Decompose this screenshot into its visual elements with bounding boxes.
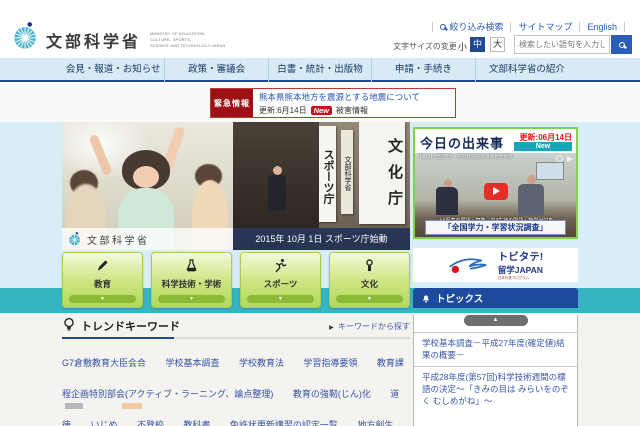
pencil-icon	[98, 260, 108, 271]
brand-name[interactable]: 文部科学省	[46, 28, 141, 52]
trend-keyword-link[interactable]: 不登校	[137, 420, 164, 426]
topic-item: 学校基本調査－平成27年度(確定値)結果の概要－	[414, 332, 577, 366]
divider	[579, 21, 581, 32]
nav-item-policy[interactable]: 政策・審議会	[164, 58, 267, 82]
sign-mext: 文部科学省	[341, 130, 353, 214]
keyword-list: G7倉敷教育大臣会合 学校基本調査 学校教育法 学習指導要領 教育課程企画特別部…	[62, 346, 410, 426]
scroll-up-button[interactable]: ▲	[463, 315, 528, 326]
topic-link[interactable]: 学校基本調査－平成27年度(確定値)結果の概要－	[422, 337, 569, 362]
sign-culture-agency: 文化庁	[359, 122, 405, 224]
chevron-down-icon[interactable]: ▼	[336, 295, 403, 303]
divider	[624, 21, 625, 32]
chevron-down-icon[interactable]: ▼	[69, 295, 136, 303]
browse-by-keyword-link[interactable]: キーワードから探す	[338, 322, 410, 331]
divider	[510, 21, 512, 32]
category-science-button[interactable]: 科学技術・学術 ▼	[151, 252, 232, 308]
emergency-label: 緊急情報	[211, 89, 253, 117]
category-culture-button[interactable]: 文化 ▼	[329, 252, 410, 308]
chevron-down-icon[interactable]: ▼	[158, 295, 225, 303]
new-badge: New	[310, 106, 332, 115]
bell-icon	[422, 295, 430, 303]
trend-keyword-link[interactable]: 学習指導要領	[303, 358, 357, 368]
trend-keyword-link[interactable]: 教科書	[183, 420, 210, 426]
mext-logo-icon[interactable]	[12, 22, 40, 50]
divider	[62, 337, 410, 339]
cropped-section-fragment	[122, 403, 142, 409]
mext-homepage: 文部科学省 MINISTRY OF EDUCATION, CULTURE, SP…	[0, 0, 640, 426]
trend-keyword-link[interactable]: 学校教育法	[239, 358, 284, 368]
category-education-button[interactable]: 教育 ▼	[62, 252, 143, 308]
hero-photo-children[interactable]: 文部科学省	[62, 122, 233, 250]
sign-sports-agency: スポーツ庁	[319, 126, 336, 222]
hero-photo-sports-agency[interactable]: スポーツ庁 文部科学省 文化庁 2015年 10月 1日 スポーツ庁始動	[233, 122, 410, 250]
flask-icon	[186, 259, 197, 272]
topic-link[interactable]: 平成28年度(第57回)科学技術週間の標語の決定〜「きみの目は みらいをのぞく …	[422, 371, 569, 408]
new-badge: New	[514, 142, 572, 151]
hero-caption: 2015年 10月 1日 スポーツ庁始動	[233, 228, 410, 250]
info-icon[interactable]	[556, 155, 563, 162]
topic-item: 平成28年度(第57回)科学技術週間の標語の決定〜「きみの目は みらいをのぞく …	[414, 365, 577, 412]
tobitate-text: トビタテ! 留学JAPAN 日本代表プログラム	[497, 251, 544, 280]
trend-keyword-link[interactable]: 地方創生	[357, 420, 393, 426]
trend-keyword-link[interactable]: 学校基本調査	[165, 358, 219, 368]
english-link[interactable]: English	[587, 22, 617, 32]
category-buttons: 教育 ▼ 科学技術・学術 ▼ スポーツ ▼ 文化 ▼	[62, 252, 410, 308]
font-size-label: 文字サイズの変更	[393, 42, 457, 51]
emergency-body: 熊本県熊本地方を震源とする地震について 更新:6月14日 New 被害情報	[253, 89, 426, 117]
emergency-link[interactable]: 熊本県熊本地方を震源とする地震について	[259, 92, 420, 102]
chevron-down-icon[interactable]: ▼	[247, 295, 314, 303]
runner-icon	[275, 259, 287, 273]
topics-header: トピックス	[413, 288, 578, 308]
video-player[interactable]: 【6/14】全国学力・学習状況調査 文科相が視察 小6児童の国語・算数、中3生徒…	[415, 153, 576, 237]
nav-item-press[interactable]: 会見・報道・お知らせ	[62, 58, 164, 82]
tobitate-bird-icon	[449, 258, 487, 274]
trend-title: トレンドキーワード	[81, 321, 180, 333]
category-sports-button[interactable]: スポーツ ▼	[240, 252, 321, 308]
nav-item-about[interactable]: 文部科学省の紹介	[474, 58, 578, 82]
filter-search-icon	[440, 23, 447, 30]
trend-keyword-link[interactable]: いじめ	[90, 420, 117, 426]
divider	[432, 21, 434, 32]
video-caption-main: 「全国学力・学習状況調査」	[424, 220, 567, 235]
sitemap-link[interactable]: サイトマップ	[518, 20, 572, 33]
trend-keyword-link[interactable]: G7倉敷教育大臣会合	[62, 358, 146, 368]
mext-logo-icon	[69, 232, 80, 246]
font-size-medium-button[interactable]: 中	[470, 37, 485, 52]
search-button[interactable]	[611, 35, 632, 54]
tobitate-banner[interactable]: トビタテ! 留学JAPAN 日本代表プログラム	[413, 248, 578, 282]
search-input[interactable]	[514, 35, 610, 54]
video-title-overlay: 【6/14】全国学力・学習状況調査 文科相が視察	[417, 154, 513, 159]
browse-by-keyword: ▶ キーワードから探す	[329, 321, 410, 332]
arrow-right-icon: ▶	[329, 325, 334, 331]
font-size-small-button[interactable]: 小	[458, 40, 467, 53]
cropped-section-fragment	[65, 403, 83, 409]
hero-logo-text: 文部科学省	[87, 235, 150, 247]
lightbulb-icon	[64, 317, 74, 331]
topics-panel: トピックス ▲ 学校基本調査－平成27年度(確定値)結果の概要－ 平成28年度(…	[413, 288, 578, 426]
nav-item-publications[interactable]: 白書・統計・出版物	[267, 58, 371, 82]
global-nav: 会見・報道・お知らせ 政策・審議会 白書・統計・出版物 申請・手続き 文部科学省…	[62, 58, 578, 82]
play-button-icon[interactable]	[483, 183, 508, 200]
trend-keyword-link[interactable]: 免許状更新講習の認定一覧	[230, 420, 338, 426]
trend-keyword-link[interactable]: 教育の強靭(じん)化	[293, 389, 371, 399]
brand-english: MINISTRY OF EDUCATION, CULTURE, SPORTS, …	[150, 31, 226, 48]
share-icon[interactable]	[567, 156, 573, 162]
emergency-update-line: 更新:6月14日 New 被害情報	[259, 106, 368, 115]
nav-item-applications[interactable]: 申請・手続き	[371, 58, 474, 82]
medal-icon	[366, 259, 373, 272]
topics-list: 学校基本調査－平成27年度(確定値)結果の概要－ 平成28年度(第57回)科学技…	[414, 332, 577, 412]
utility-links: 絞り込み検索 サイトマップ English	[425, 20, 632, 33]
trend-keywords-section: トレンドキーワード ▶ キーワードから探す G7倉敷教育大臣会合 学校基本調査 …	[62, 316, 410, 426]
todays-events-title: 今日の出来事	[420, 136, 505, 151]
emergency-banner: 緊急情報 熊本県熊本地方を震源とする地震について 更新:6月14日 New 被害…	[210, 88, 456, 118]
topics-body: ▲ 学校基本調査－平成27年度(確定値)結果の概要－ 平成28年度(第57回)科…	[413, 315, 578, 426]
trend-header: トレンドキーワード ▶ キーワードから探す	[62, 316, 410, 334]
hero-logo-overlay: 文部科学省	[62, 228, 233, 250]
filtered-search-link[interactable]: 絞り込み検索	[440, 20, 503, 33]
search-icon	[618, 41, 625, 48]
font-size-large-button[interactable]: 大	[490, 37, 505, 52]
todays-events-panel: 今日の出来事 更新:06月14日 New 【6/14】全国学力・学習状況調査 文…	[413, 127, 578, 239]
